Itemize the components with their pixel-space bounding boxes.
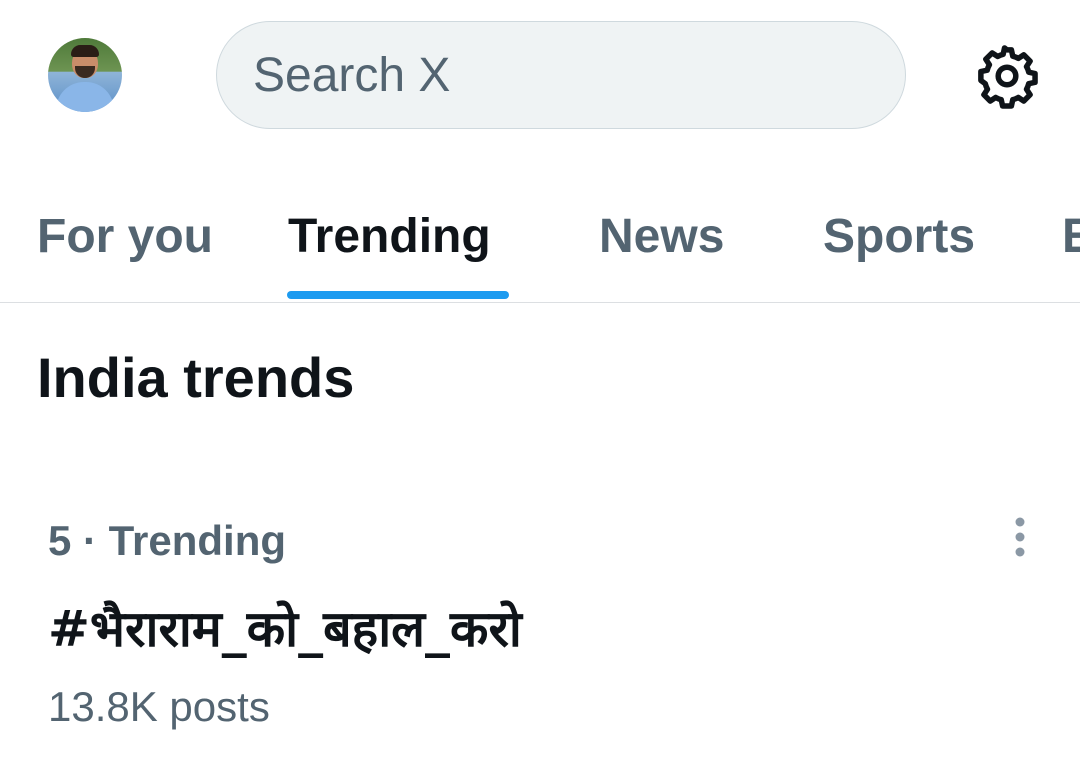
tab-entertainment-partial[interactable]: E	[1062, 209, 1080, 264]
avatar-hair	[71, 45, 99, 57]
trend-hashtag[interactable]: #भैराराम_को_बहाल_करो	[48, 593, 522, 661]
tab-news[interactable]: News	[599, 209, 724, 264]
section-title: India trends	[37, 346, 355, 409]
avatar-shirt	[56, 82, 114, 112]
gear-icon[interactable]	[974, 43, 1040, 109]
search-input[interactable]: Search X	[216, 21, 906, 129]
tab-for-you[interactable]: For you	[37, 209, 213, 264]
tab-bar: For you Trending News Sports E	[0, 195, 1080, 303]
tab-sports[interactable]: Sports	[823, 209, 975, 264]
trend-meta: 5 · Trending	[48, 517, 287, 564]
trend-post-count: 13.8K posts	[48, 683, 270, 730]
search-placeholder: Search X	[253, 48, 451, 102]
avatar[interactable]	[48, 38, 122, 112]
active-tab-indicator	[287, 291, 509, 299]
more-vertical-icon[interactable]	[1004, 515, 1036, 559]
tab-trending[interactable]: Trending	[288, 209, 491, 264]
top-bar: Search X	[0, 0, 1080, 150]
trend-item[interactable]: 5 · Trending #भैराराम_को_बहाल_करो 13.8K …	[0, 505, 1080, 745]
